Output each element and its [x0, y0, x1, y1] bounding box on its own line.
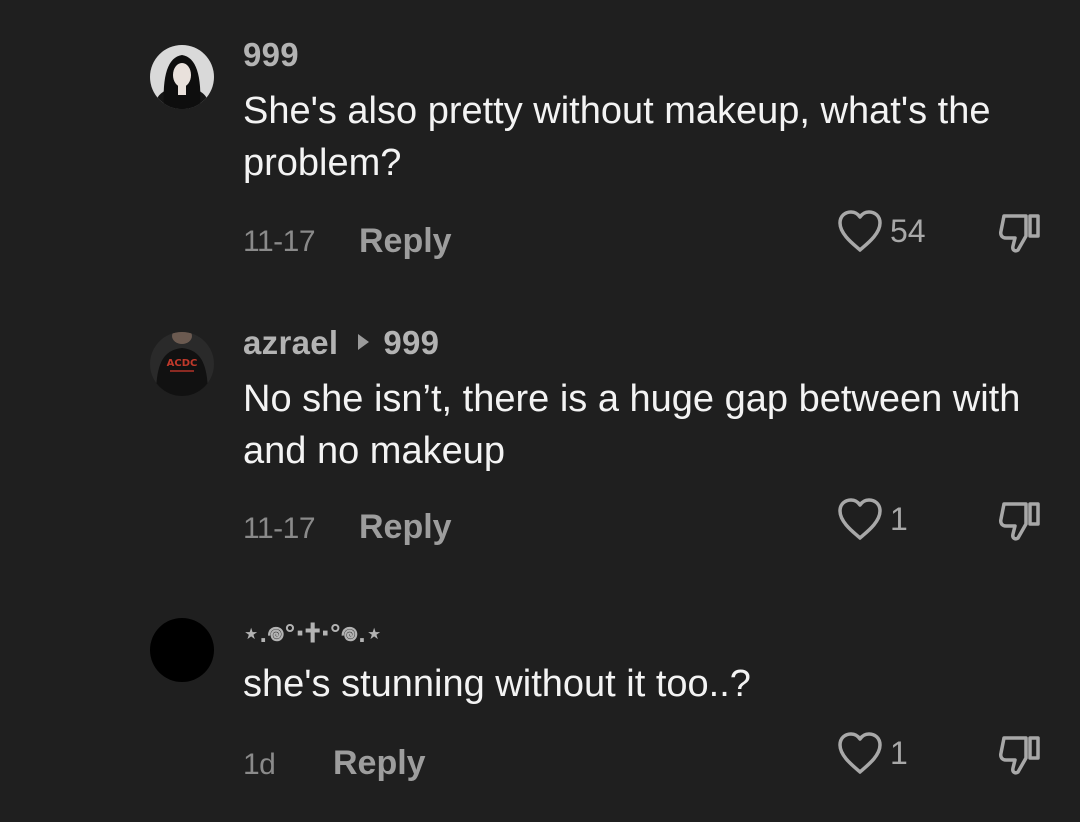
reply-button[interactable]: Reply [359, 222, 452, 261]
comment-text: She's also pretty without makeup, what's… [243, 90, 991, 184]
reply-button[interactable]: Reply [333, 744, 426, 783]
username-label[interactable]: ⋆.𖦹°‧🕇‧°𖦹.⋆ [243, 618, 383, 648]
avatar[interactable] [150, 618, 214, 682]
reply-button[interactable]: Reply [359, 508, 452, 547]
comment-date: 11-17 [243, 512, 316, 545]
thumbs-down-outline-icon [996, 498, 1044, 544]
comment-item-1: 999 She's also pretty without makeup, wh… [0, 0, 1080, 290]
comment-date: 11-17 [243, 225, 316, 258]
like-count: 54 [890, 212, 926, 249]
like-button[interactable]: 1 [836, 730, 908, 776]
avatar[interactable] [150, 45, 214, 109]
triangle-right-icon [358, 334, 370, 351]
comment-text: No she isn’t, there is a huge gap betwee… [243, 378, 1021, 472]
thumbs-down-outline-icon [996, 210, 1044, 256]
avatar[interactable]: ACDC [150, 332, 214, 396]
comment-item-2: ACDC azrael 999 No she isn’t, there is a … [0, 290, 1080, 580]
comment-item-3: ⋆.𖦹°‧🕇‧°𖦹.⋆ she's stunning without it to… [0, 580, 1080, 822]
comment-username[interactable]: ⋆.𖦹°‧🕇‧°𖦹.⋆ [243, 614, 383, 650]
reply-to-username[interactable]: 999 [383, 324, 439, 361]
comment-date: 1d [243, 748, 276, 781]
heart-outline-icon [836, 496, 884, 542]
like-count: 1 [890, 500, 908, 537]
thumbs-down-outline-icon [996, 732, 1044, 778]
like-button[interactable]: 1 [836, 496, 908, 542]
comment-username[interactable]: azrael 999 [243, 324, 439, 362]
comment-username[interactable]: 999 [243, 36, 299, 74]
like-button[interactable]: 54 [836, 208, 926, 254]
comment-text: she's stunning without it too..? [243, 663, 751, 705]
dislike-button[interactable] [996, 732, 1044, 778]
dislike-button[interactable] [996, 210, 1044, 256]
like-count: 1 [890, 734, 908, 771]
username-label[interactable]: azrael [243, 324, 338, 361]
username-label[interactable]: 999 [243, 36, 299, 73]
heart-outline-icon [836, 208, 884, 254]
heart-outline-icon [836, 730, 884, 776]
svg-text:ACDC: ACDC [167, 358, 198, 369]
dislike-button[interactable] [996, 498, 1044, 544]
